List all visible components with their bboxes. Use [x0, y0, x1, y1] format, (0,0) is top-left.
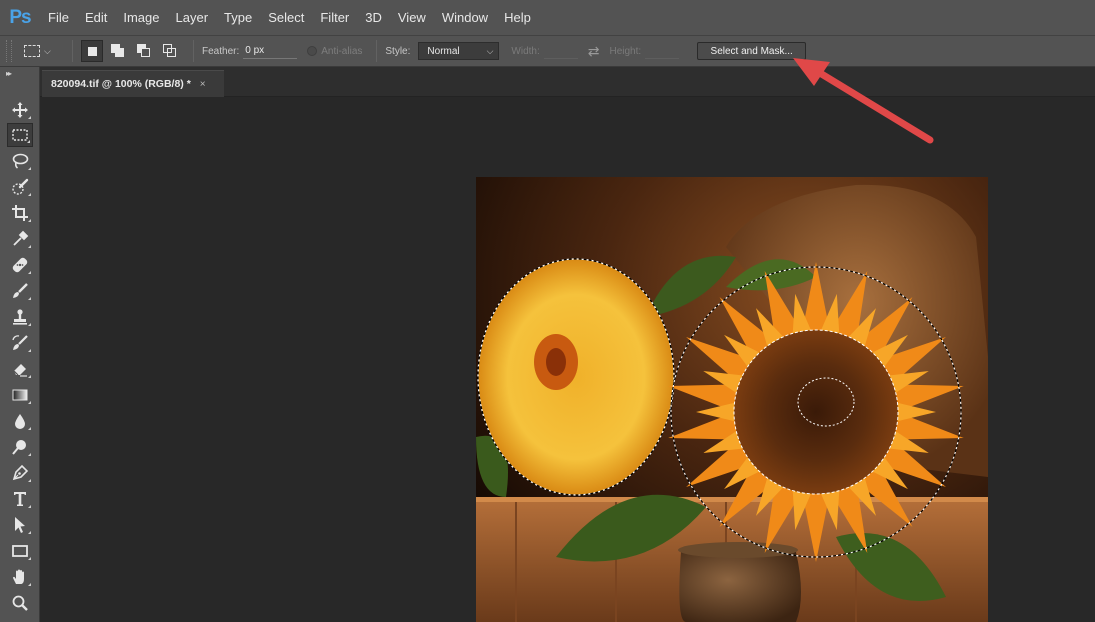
menu-edit[interactable]: Edit: [77, 0, 115, 35]
blur-tool[interactable]: [7, 409, 33, 433]
tool-preset-picker[interactable]: ⌵: [24, 40, 64, 62]
gradient-icon: [12, 389, 28, 401]
type-tool[interactable]: [7, 487, 33, 511]
menu-window[interactable]: Window: [434, 0, 496, 35]
history-brush-icon: [12, 335, 28, 350]
path-selection-icon: [15, 517, 25, 533]
feather-label: Feather:: [202, 45, 240, 57]
sunflower-photo: [476, 177, 988, 622]
collapse-panel-icon[interactable]: ▸▸: [6, 69, 12, 78]
style-select-value: Normal: [427, 45, 460, 57]
healing-brush-tool[interactable]: [7, 253, 33, 277]
document-tab-title: 820094.tif @ 100% (RGB/8) *: [51, 78, 191, 90]
crop-icon: [12, 205, 28, 221]
divider: [193, 40, 194, 62]
menu-bar: Ps File Edit Image Layer Type Select Fil…: [0, 0, 1095, 35]
menu-type[interactable]: Type: [216, 0, 260, 35]
dodge-tool[interactable]: [7, 435, 33, 459]
eyedropper-tool[interactable]: [7, 227, 33, 251]
blur-icon: [15, 414, 25, 429]
gradient-tool[interactable]: [7, 383, 33, 407]
rectangle-icon: [12, 545, 28, 557]
zoom-icon: [12, 595, 28, 611]
menu-image[interactable]: Image: [115, 0, 167, 35]
dodge-icon: [12, 440, 26, 455]
options-bar: ⌵ Feather: 0 px Anti-alias Style: Normal…: [0, 35, 1095, 67]
marquee-tool[interactable]: [7, 123, 33, 147]
crop-tool[interactable]: [7, 201, 33, 225]
quick-selection-icon: [12, 178, 29, 195]
hand-icon: [13, 569, 24, 584]
pen-tool[interactable]: [7, 461, 33, 485]
menu-layer[interactable]: Layer: [168, 0, 217, 35]
style-select[interactable]: Normal ⌵: [418, 42, 500, 60]
subtract-from-selection-button[interactable]: [133, 40, 155, 62]
width-input[interactable]: [543, 43, 578, 59]
rectangular-marquee-icon: [24, 45, 40, 57]
quick-selection-tool[interactable]: [7, 175, 33, 199]
type-icon: [14, 492, 26, 506]
intersect-selection-button[interactable]: [159, 40, 181, 62]
antialias-checkbox[interactable]: [307, 46, 318, 56]
healing-brush-icon: [12, 257, 28, 273]
photoshop-logo: Ps: [9, 6, 31, 28]
menu-help[interactable]: Help: [496, 0, 539, 35]
menu-filter[interactable]: Filter: [312, 0, 357, 35]
move-icon: [12, 102, 28, 118]
swap-dimensions-icon[interactable]: ⇄: [588, 43, 600, 60]
antialias-label: Anti-alias: [321, 45, 363, 57]
lasso-icon: [12, 153, 29, 169]
divider: [376, 40, 378, 62]
pen-icon: [12, 464, 29, 481]
rectangle-tool[interactable]: [7, 539, 33, 563]
menu-3d[interactable]: 3D: [357, 0, 390, 35]
feather-input[interactable]: 0 px: [243, 43, 298, 59]
document-tab[interactable]: 820094.tif @ 100% (RGB/8) * ×: [42, 70, 224, 97]
height-label: Height:: [609, 45, 642, 57]
eyedropper-icon: [13, 230, 29, 246]
zoom-tool[interactable]: [7, 591, 33, 615]
options-bar-grip[interactable]: [6, 40, 12, 62]
brush-tool[interactable]: [7, 279, 33, 303]
chevron-down-icon: ⌵: [486, 45, 494, 56]
tools-panel: ▸▸: [0, 67, 40, 622]
select-and-mask-button[interactable]: Select and Mask...: [697, 42, 807, 60]
width-label: Width:: [511, 45, 540, 57]
close-icon[interactable]: ×: [200, 79, 206, 90]
eraser-tool[interactable]: [7, 357, 33, 381]
new-selection-icon: [88, 47, 97, 56]
height-input[interactable]: [645, 43, 680, 59]
clone-stamp-icon: [13, 309, 27, 325]
document-tab-bar: 820094.tif @ 100% (RGB/8) * ×: [40, 67, 1095, 97]
menu-file[interactable]: File: [40, 0, 77, 35]
eraser-icon: [13, 364, 27, 377]
history-brush-tool[interactable]: [7, 331, 33, 355]
divider: [72, 40, 73, 62]
style-label: Style:: [385, 45, 411, 57]
lasso-tool[interactable]: [7, 149, 33, 173]
add-to-selection-button[interactable]: [107, 40, 129, 62]
brush-icon: [13, 283, 28, 298]
move-tool[interactable]: [7, 98, 33, 122]
clone-stamp-tool[interactable]: [7, 305, 33, 329]
menu-select[interactable]: Select: [260, 0, 312, 35]
menu-view[interactable]: View: [390, 0, 434, 35]
hand-tool[interactable]: [7, 565, 33, 589]
path-selection-tool[interactable]: [7, 513, 33, 537]
document-image[interactable]: [476, 177, 988, 622]
chevron-down-icon: ⌵: [44, 45, 51, 56]
new-selection-button[interactable]: [81, 40, 103, 62]
